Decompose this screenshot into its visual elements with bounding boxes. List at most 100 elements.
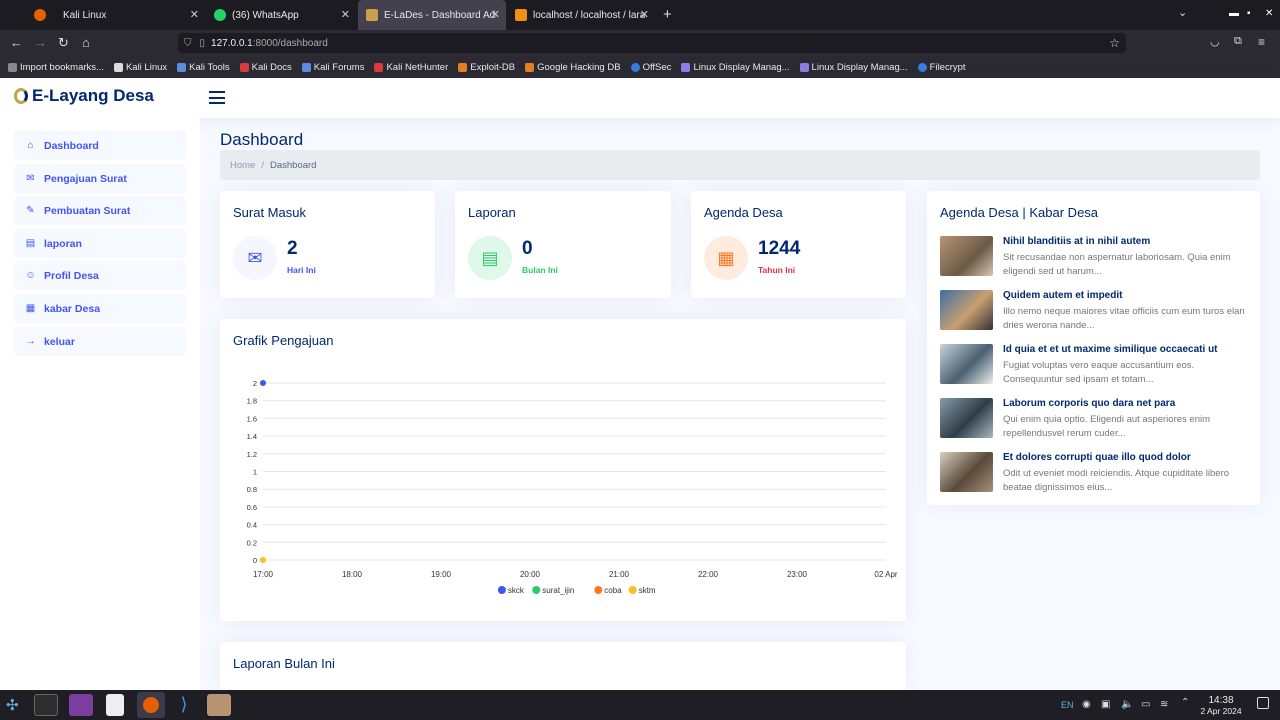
news-card: Agenda Desa | Kabar Desa Nihil blanditii…: [927, 191, 1260, 505]
tab-whatsapp[interactable]: (36) WhatsApp ✕: [206, 0, 356, 30]
bookmark-item[interactable]: Google Hacking DB: [525, 62, 621, 73]
news-title[interactable]: Id quia et et ut maxime similique occaec…: [1003, 344, 1218, 355]
sidebar-item-kabar-desa[interactable]: ▦ kabar Desa: [14, 294, 186, 323]
url-bar[interactable]: ⛉ ▯ 127.0.0.1:8000/dashboard ☆: [178, 33, 1126, 53]
bookmark-item[interactable]: Kali Linux: [113, 62, 167, 73]
terminal-icon[interactable]: [34, 694, 58, 716]
sidebar-item-dashboard[interactable]: ⌂ Dashboard: [14, 131, 186, 160]
bookmark-item[interactable]: Linux Display Manag...: [799, 62, 908, 73]
laporan-card: Laporan ▤ 0 Bulan Ini: [455, 191, 671, 298]
bookmark-star-icon[interactable]: ☆: [1109, 36, 1120, 50]
language-indicator[interactable]: EN: [1061, 700, 1074, 710]
news-title[interactable]: Et dolores corrupti quae illo quod dolor: [1003, 452, 1191, 463]
card-subtitle: Tahun Ini: [758, 265, 796, 275]
sidebar-item-laporan[interactable]: ▤ laporan: [14, 229, 186, 258]
y-tick-label: 1.8: [247, 397, 257, 406]
news-item[interactable]: Et dolores corrupti quae illo quod dolor…: [940, 452, 1246, 494]
news-title[interactable]: Laborum corporis quo dara net para: [1003, 398, 1175, 409]
card-title: Surat Masuk: [233, 205, 306, 220]
sidebar-item-pengajuan-surat[interactable]: ✉ Pengajuan Surat: [14, 164, 186, 193]
bookmark-item[interactable]: Exploit-DB: [458, 62, 515, 73]
sidebar-item-keluar[interactable]: → keluar: [14, 327, 186, 356]
clock[interactable]: 14:38 2 Apr 2024: [1196, 695, 1246, 717]
card-title: Laporan: [468, 205, 516, 220]
bookmark-item[interactable]: Filecrypt: [917, 62, 966, 73]
legend-marker-coba: [594, 586, 603, 594]
forward-arrow-icon[interactable]: →: [34, 35, 47, 50]
sidebar-item-profil-desa[interactable]: ☺ Profil Desa: [14, 261, 186, 290]
volume-muted-icon[interactable]: 🔈: [1121, 699, 1133, 710]
chevron-down-icon[interactable]: ⌄: [1178, 6, 1187, 19]
site-logo-icon: [366, 9, 378, 21]
y-tick-label: 0.6: [247, 503, 257, 512]
back-arrow-icon[interactable]: ←: [10, 35, 23, 50]
chevron-up-icon[interactable]: ⌃: [1181, 697, 1189, 708]
network-status-icon[interactable]: ◉: [1082, 699, 1091, 710]
legend-marker-sktm: [628, 586, 637, 594]
tab-eladdes-dashboard[interactable]: E-LaDes - Dashboard Admin ✕: [358, 0, 506, 30]
close-icon[interactable]: ✕: [640, 8, 649, 21]
logo-text: E-Layang Desa: [32, 86, 154, 105]
envelope-icon: ✉: [233, 236, 277, 280]
news-item[interactable]: Quidem autem et impedit Illo nemo neque …: [940, 290, 1246, 332]
card-subtitle: Hari Ini: [287, 265, 316, 275]
bookmark-item[interactable]: OffSec: [630, 62, 671, 73]
pocket-icon[interactable]: ◡: [1210, 35, 1220, 48]
y-tick-label: 1.4: [247, 432, 257, 441]
wifi-icon[interactable]: ≋: [1160, 699, 1168, 710]
shield-icon[interactable]: ⛉: [184, 38, 192, 49]
firefox-icon[interactable]: [34, 9, 46, 21]
bookmark-item[interactable]: Linux Display Manag...: [681, 62, 790, 73]
text-editor-icon[interactable]: [106, 694, 124, 716]
phpmyadmin-icon: [515, 9, 527, 21]
line-chart: 0 0.2 0.4 0.6 0.8 1 1.2 1.4 1.6 1.8 2 17:00 18:00 19:…: [247, 379, 898, 595]
bookmark-item[interactable]: Kali Tools: [177, 62, 230, 73]
people-icon: ☺: [25, 270, 36, 281]
minimize-button[interactable]: ▬: [1229, 8, 1239, 19]
new-tab-button[interactable]: +: [663, 6, 672, 23]
tab-kali-linux[interactable]: Kali Linux ✕: [55, 0, 205, 30]
breadcrumb-separator: /: [261, 159, 264, 171]
close-window-button[interactable]: ✕: [1265, 8, 1273, 19]
news-item[interactable]: Id quia et et ut maxime similique occaec…: [940, 344, 1246, 386]
news-title[interactable]: Nihil blanditiis at in nihil autem: [1003, 236, 1150, 247]
show-desktop-icon[interactable]: [1257, 697, 1269, 709]
card-value: 0: [522, 238, 533, 259]
file-manager-icon[interactable]: [69, 694, 93, 716]
news-item[interactable]: Laborum corporis quo dara net para Qui e…: [940, 398, 1246, 440]
vscode-icon[interactable]: ⟩: [172, 694, 196, 716]
archive-icon[interactable]: [207, 694, 231, 716]
news-thumbnail: [940, 398, 993, 438]
home-icon[interactable]: ⌂: [82, 35, 90, 50]
document-icon: ▤: [468, 236, 512, 280]
hamburger-menu-icon[interactable]: [209, 91, 225, 104]
bookmark-item[interactable]: Kali NetHunter: [374, 62, 448, 73]
bookmark-item[interactable]: Import bookmarks...: [8, 62, 104, 73]
grafik-pengajuan-card: Grafik Pengajuan 0 0.2 0.4 0.6 0.8 1 1.2 1.4 1.6…: [220, 319, 906, 621]
sidebar-item-pembuatan-surat[interactable]: ✎ Pembuatan Surat: [14, 196, 186, 225]
bookmark-item[interactable]: Kali Docs: [239, 62, 292, 73]
news-title[interactable]: Quidem autem et impedit: [1003, 290, 1122, 301]
maximize-button[interactable]: ▪: [1247, 8, 1251, 19]
firefox-taskbar-icon[interactable]: [137, 692, 165, 718]
bookmark-item[interactable]: Kali Forums: [301, 62, 364, 73]
battery-icon[interactable]: ▭: [1141, 699, 1150, 710]
close-icon[interactable]: ✕: [341, 8, 350, 21]
close-icon[interactable]: ✕: [491, 8, 500, 21]
logo[interactable]: E-Layang Desa: [14, 86, 154, 106]
kali-icon: [113, 63, 123, 72]
kali-menu-icon[interactable]: ✣: [6, 696, 19, 714]
news-description: Sit recusandae non aspernatur laboriosam…: [1003, 252, 1231, 277]
reload-icon[interactable]: ↻: [58, 35, 69, 51]
offsec-icon: [630, 63, 640, 72]
close-icon[interactable]: ✕: [190, 8, 199, 21]
y-tick-label: 2: [253, 379, 257, 388]
clipboard-icon[interactable]: ▣: [1101, 699, 1110, 710]
y-tick-label: 1: [253, 468, 257, 477]
tab-phpmyadmin[interactable]: localhost / localhost / larav ✕: [507, 0, 655, 30]
menu-icon[interactable]: ≡: [1258, 35, 1265, 49]
extensions-icon[interactable]: ⧉: [1234, 35, 1242, 48]
y-tick-label: 0.4: [247, 521, 257, 530]
breadcrumb-home-link[interactable]: Home: [230, 160, 255, 171]
news-item[interactable]: Nihil blanditiis at in nihil autem Sit r…: [940, 236, 1246, 278]
